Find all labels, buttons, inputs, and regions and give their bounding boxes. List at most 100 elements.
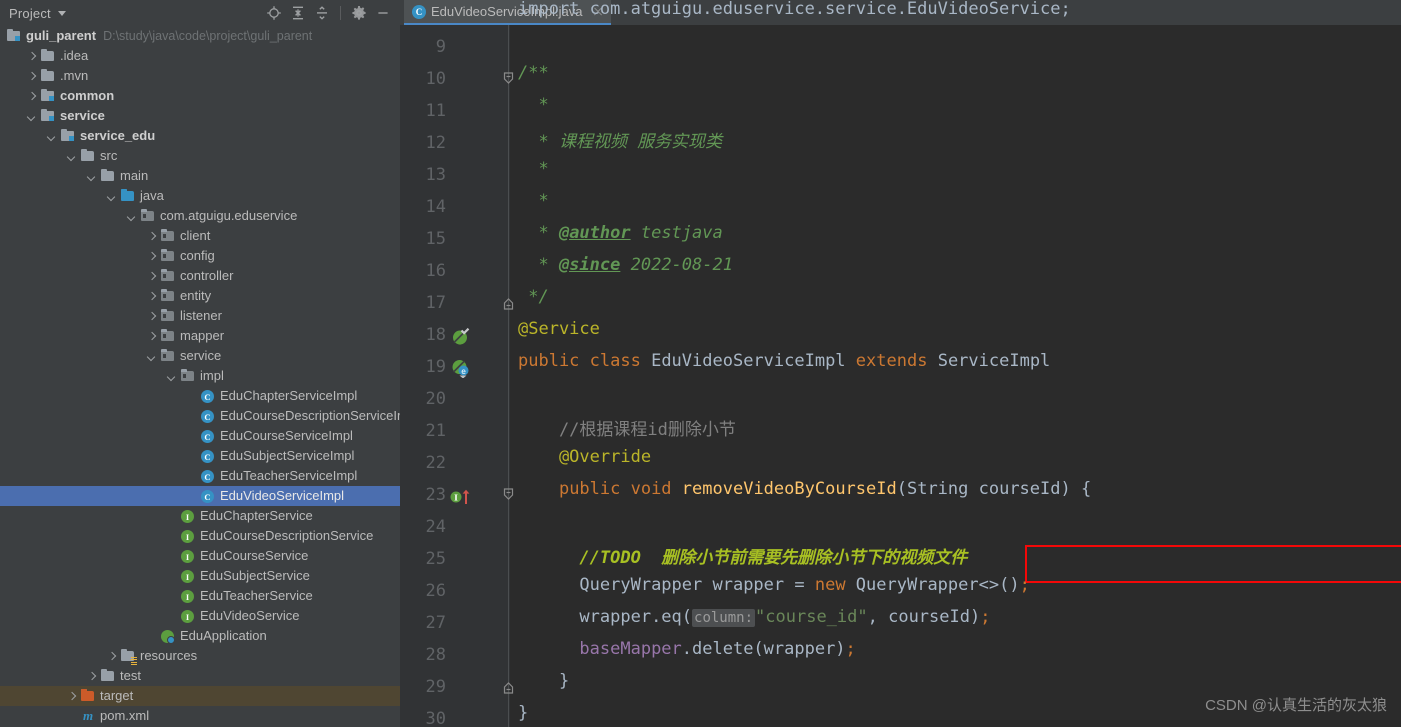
- tree-item-pom-xml[interactable]: m pom.xml: [0, 706, 400, 726]
- chevron-right-icon[interactable]: [106, 651, 117, 662]
- tree-item-mvn[interactable]: .mvn: [0, 66, 400, 86]
- line-number[interactable]: 11: [400, 95, 446, 127]
- tree-item-service[interactable]: service: [0, 106, 400, 126]
- gutter-spring-bean-icon[interactable]: [450, 325, 472, 345]
- chevron-right-icon[interactable]: [26, 51, 37, 62]
- chevron-down-icon[interactable]: [166, 371, 177, 382]
- tree-item-entity[interactable]: entity: [0, 286, 400, 306]
- tree-item-eduvideoserviceimpl[interactable]: C EduVideoServiceImpl: [0, 486, 400, 506]
- fold-start-icon[interactable]: [500, 479, 517, 511]
- line-number[interactable]: 10: [400, 63, 446, 95]
- chevron-right-icon[interactable]: [26, 91, 37, 102]
- tree-item-java[interactable]: java: [0, 186, 400, 206]
- chevron-right-icon[interactable]: [146, 251, 157, 262]
- chevron-right-icon[interactable]: [66, 691, 77, 702]
- tree-item-educhapterservice[interactable]: I EduChapterService: [0, 506, 400, 526]
- line-number[interactable]: 22: [400, 447, 446, 479]
- line-number[interactable]: 29: [400, 671, 446, 703]
- tree-item-educourseservice[interactable]: I EduCourseService: [0, 546, 400, 566]
- line-number[interactable]: 20: [400, 383, 446, 415]
- line-number[interactable]: 14: [400, 191, 446, 223]
- code-line-10: 10: [400, 63, 1401, 95]
- line-number[interactable]: 15: [400, 223, 446, 255]
- chevron-right-icon[interactable]: [146, 291, 157, 302]
- tree-item-com-atguigu-eduservice[interactable]: com.atguigu.eduservice: [0, 206, 400, 226]
- tree-item-eduapplication[interactable]: EduApplication: [0, 626, 400, 646]
- folder-icon: [100, 168, 116, 184]
- tree-item-edusubjectservice[interactable]: I EduSubjectService: [0, 566, 400, 586]
- fold-end-icon[interactable]: [500, 287, 517, 319]
- tree-item-service-edu[interactable]: service_edu: [0, 126, 400, 146]
- chevron-down-icon[interactable]: [146, 351, 157, 362]
- tree-item-mapper[interactable]: mapper: [0, 326, 400, 346]
- line-number[interactable]: 9: [400, 31, 446, 63]
- locate-icon[interactable]: [263, 2, 285, 24]
- line-number[interactable]: 17: [400, 287, 446, 319]
- chevron-right-icon[interactable]: [146, 231, 157, 242]
- tree-item-educourseserviceimpl[interactable]: C EduCourseServiceImpl: [0, 426, 400, 446]
- chevron-right-icon[interactable]: [146, 331, 157, 342]
- line-number[interactable]: 18: [400, 319, 446, 351]
- line-number[interactable]: 25: [400, 543, 446, 575]
- line-number[interactable]: 30: [400, 703, 446, 727]
- tree-item-impl[interactable]: impl: [0, 366, 400, 386]
- chevron-down-icon[interactable]: [57, 10, 66, 16]
- chevron-down-icon[interactable]: [26, 111, 37, 122]
- tree-item-resources[interactable]: resources: [0, 646, 400, 666]
- collapse-all-icon[interactable]: [311, 2, 333, 24]
- line-number[interactable]: 13: [400, 159, 446, 191]
- settings-gear-icon[interactable]: [348, 2, 370, 24]
- tree-item-label: .mvn: [60, 68, 89, 83]
- line-number[interactable]: 21: [400, 415, 446, 447]
- tree-item-service[interactable]: service: [0, 346, 400, 366]
- expand-all-icon[interactable]: [287, 2, 309, 24]
- tree-item-educhapterserviceimpl[interactable]: C EduChapterServiceImpl: [0, 386, 400, 406]
- tree-item-test[interactable]: test: [0, 666, 400, 686]
- chevron-right-icon[interactable]: [86, 671, 97, 682]
- tree-item-listener[interactable]: listener: [0, 306, 400, 326]
- tree-item-root[interactable]: guli_parent D:\study\java\code\project\gu…: [0, 26, 400, 46]
- chevron-down-icon[interactable]: [46, 131, 57, 142]
- tree-item-client[interactable]: client: [0, 226, 400, 246]
- code-text-line-22: @Override: [518, 447, 652, 467]
- tree-item-common[interactable]: common: [0, 86, 400, 106]
- chevron-right-icon[interactable]: [146, 311, 157, 322]
- chevron-down-icon[interactable]: [106, 191, 117, 202]
- code-editor[interactable]: import com.atguigu.eduservice.service.Ed…: [400, 0, 1401, 727]
- chevron-down-icon[interactable]: [66, 151, 77, 162]
- line-number[interactable]: 28: [400, 639, 446, 671]
- gutter-spring-bean-alt-icon[interactable]: e: [450, 357, 472, 379]
- tree-item-edusubjectserviceimpl[interactable]: C EduSubjectServiceImpl: [0, 446, 400, 466]
- line-number[interactable]: 23: [400, 479, 446, 511]
- line-number[interactable]: 16: [400, 255, 446, 287]
- tree-item-eduvideoservice[interactable]: I EduVideoService: [0, 606, 400, 626]
- tree-item-main[interactable]: main: [0, 166, 400, 186]
- code-text-line-28: baseMapper.delete(wrapper);: [579, 639, 856, 659]
- chevron-down-icon[interactable]: [86, 171, 97, 182]
- fold-end-icon[interactable]: [500, 671, 517, 703]
- code-line-24: 24: [400, 511, 1401, 543]
- line-number[interactable]: 27: [400, 607, 446, 639]
- tree-item-target[interactable]: target: [0, 686, 400, 706]
- tree-item-controller[interactable]: controller: [0, 266, 400, 286]
- chevron-right-icon[interactable]: [26, 71, 37, 82]
- fold-start-icon[interactable]: [500, 63, 517, 95]
- tree-item-educoursedescriptionservice[interactable]: I EduCourseDescriptionService: [0, 526, 400, 546]
- line-number[interactable]: 12: [400, 127, 446, 159]
- chevron-right-icon[interactable]: [146, 271, 157, 282]
- tree-item-config[interactable]: config: [0, 246, 400, 266]
- java-class-icon: C: [200, 448, 216, 464]
- chevron-down-icon[interactable]: [126, 211, 137, 222]
- project-tree[interactable]: guli_parent D:\study\java\code\project\gu…: [0, 26, 400, 727]
- tree-item-label: EduChapterServiceImpl: [220, 388, 358, 403]
- line-number[interactable]: 24: [400, 511, 446, 543]
- tree-item-src[interactable]: src: [0, 146, 400, 166]
- tree-item-eduteacherservice[interactable]: I EduTeacherService: [0, 586, 400, 606]
- tree-item-educoursedescriptionserviceimpl[interactable]: C EduCourseDescriptionServiceImpl: [0, 406, 400, 426]
- line-number[interactable]: 26: [400, 575, 446, 607]
- gutter-implements-override-icon[interactable]: I: [450, 485, 472, 505]
- line-number[interactable]: 19: [400, 351, 446, 383]
- tree-item-eduteacherserviceimpl[interactable]: C EduTeacherServiceImpl: [0, 466, 400, 486]
- tree-item-idea[interactable]: .idea: [0, 46, 400, 66]
- hide-panel-icon[interactable]: [372, 2, 394, 24]
